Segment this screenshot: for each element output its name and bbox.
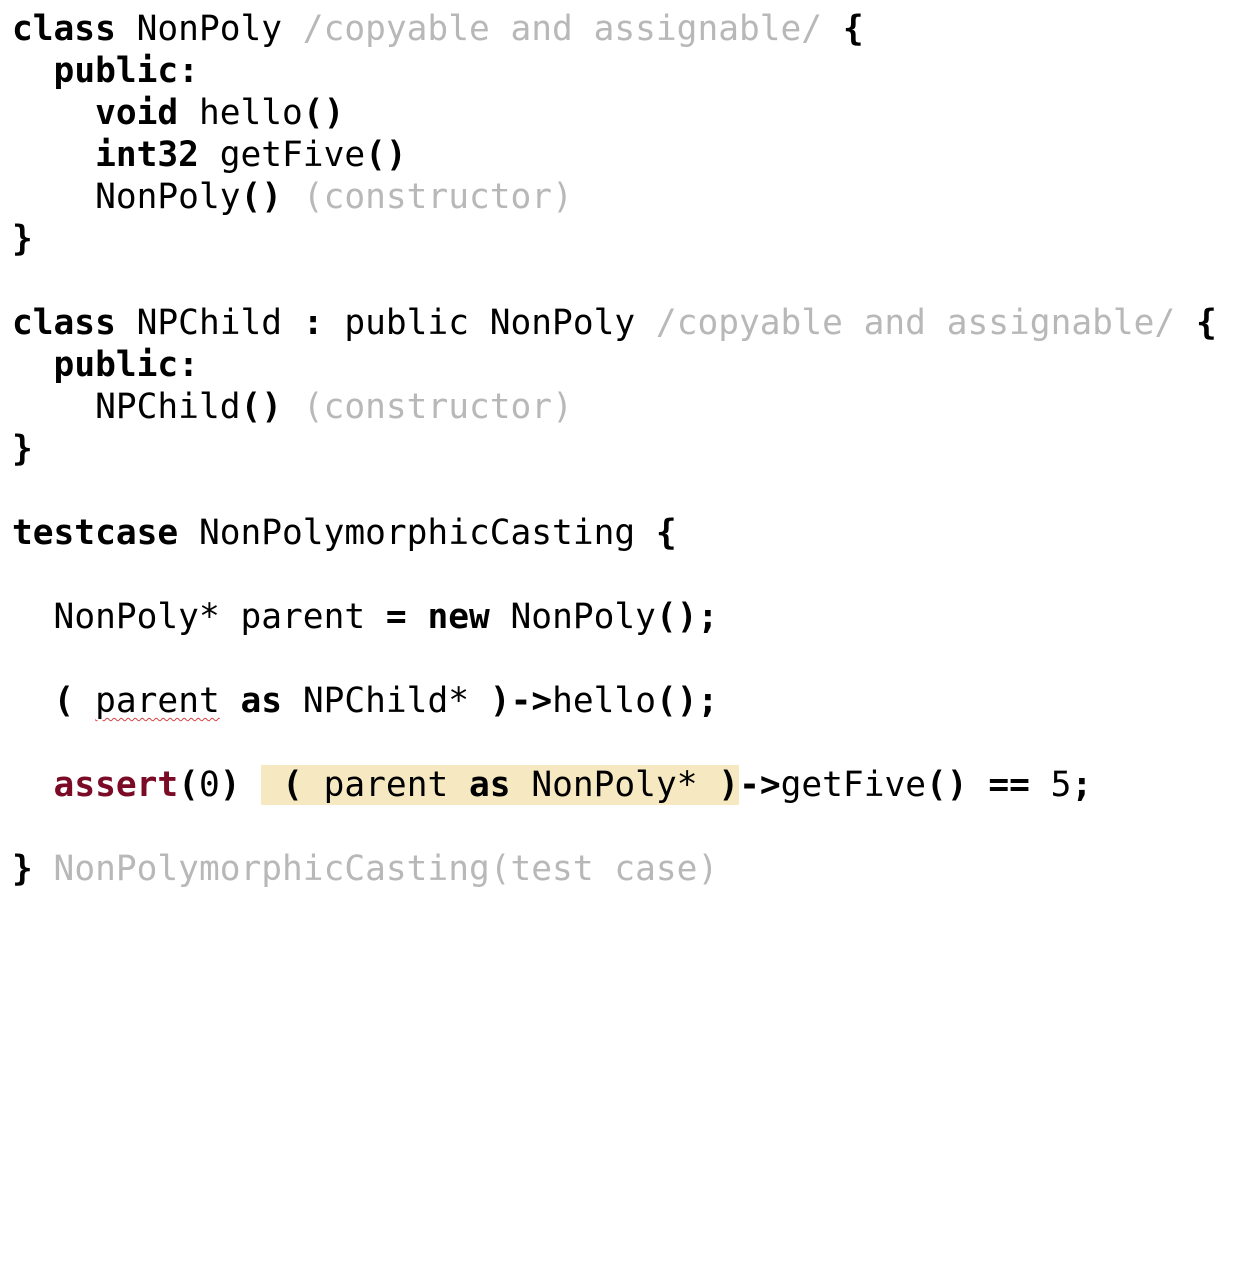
code-line-assert[interactable]: assert(0) ( parent as NonPoly* )->getFiv…: [12, 764, 1092, 806]
constructor-call: NonPoly: [489, 597, 656, 637]
method-call: getFive: [780, 765, 927, 805]
code-line-public[interactable]: public:: [12, 344, 199, 386]
class-name: NonPoly: [115, 9, 303, 49]
cast-close-paren: ): [718, 765, 740, 805]
keyword-public: public: [53, 345, 179, 385]
code-editor[interactable]: class NonPoly /copyable and assignable/ …: [12, 8, 1217, 1288]
keyword-class: class: [12, 9, 116, 49]
cast-type: NPChild*: [282, 681, 490, 721]
code-line-testcase[interactable]: testcase NonPolymorphicCasting {: [12, 512, 677, 554]
number-literal: 5: [1029, 765, 1072, 805]
constructor-annotation: (constructor): [282, 387, 573, 427]
open-brace: {: [1175, 303, 1217, 343]
cast-close-paren[interactable]: ): [490, 681, 511, 721]
keyword-as: as: [469, 765, 511, 805]
testcase-name: NonPolymorphicCasting: [178, 513, 656, 553]
code-line-cast-npchild[interactable]: ( parent as NPChild* )->hello();: [12, 680, 719, 722]
semicolon: ;: [697, 597, 719, 637]
code-line-public[interactable]: public:: [12, 50, 199, 92]
open-brace: {: [822, 9, 864, 49]
parens: (): [240, 177, 283, 217]
colon: :: [178, 345, 199, 385]
constructor-annotation: (constructor): [282, 177, 573, 217]
cast-type: NonPoly*: [510, 765, 719, 805]
cast-open-paren[interactable]: (: [54, 681, 75, 721]
parens: (): [926, 765, 968, 805]
testcase-annotation: NonPolymorphicCasting(test case): [32, 849, 719, 889]
colon: :: [302, 303, 324, 343]
parens: (): [655, 597, 698, 637]
class-name: NPChild: [115, 303, 303, 343]
keyword-as: as: [240, 681, 283, 721]
code-line-parent-declaration[interactable]: NonPoly* parent = new NonPoly();: [12, 596, 719, 638]
keyword-new: new: [427, 597, 490, 637]
code-line-class-npchild[interactable]: class NPChild : public NonPoly /copyable…: [12, 302, 1217, 344]
code-line-close-brace[interactable]: }: [12, 428, 33, 470]
variable-declaration: NonPoly* parent: [53, 597, 386, 637]
keyword-public: public: [53, 51, 179, 91]
semicolon: ;: [1071, 765, 1093, 805]
parent-variable: parent: [302, 765, 470, 805]
keyword-class: class: [12, 303, 116, 343]
code-line-class-nonpoly[interactable]: class NonPoly /copyable and assignable/ …: [12, 8, 864, 50]
parens: (): [365, 135, 407, 175]
equality-operator: ==: [988, 765, 1030, 805]
arrow-operator: ->: [510, 681, 553, 721]
highlighted-cast-expression[interactable]: ( parent as NonPoly* ): [261, 765, 740, 805]
class-annotation: /copyable and assignable/: [302, 9, 823, 49]
code-line-hello-method[interactable]: void hello(): [12, 92, 344, 134]
close-brace: }: [12, 219, 33, 259]
close-brace: }: [12, 429, 33, 469]
code-line-nonpoly-constructor[interactable]: NonPoly() (constructor): [12, 176, 573, 218]
base-class: public NonPoly: [323, 303, 656, 343]
cast-open-paren: (: [261, 765, 303, 805]
code-line-testcase-close[interactable]: } NonPolymorphicCasting(test case): [12, 848, 718, 890]
method-call: hello: [552, 681, 656, 721]
assert-open-paren: (: [178, 765, 199, 805]
code-line-close-brace[interactable]: }: [12, 218, 33, 260]
assert-id: 0: [198, 765, 220, 805]
keyword-void: void: [95, 93, 179, 133]
keyword-int32: int32: [95, 135, 199, 175]
open-brace: {: [655, 513, 677, 553]
code-line-npchild-constructor[interactable]: NPChild() (constructor): [12, 386, 573, 428]
arrow-operator: ->: [739, 765, 781, 805]
parens: (): [655, 681, 698, 721]
method-name: getFive: [198, 135, 366, 175]
parens: (): [240, 387, 283, 427]
assert-close-paren: ): [219, 765, 241, 805]
semicolon: ;: [697, 681, 719, 721]
assign-operator: =: [385, 597, 407, 637]
colon: :: [178, 51, 199, 91]
constructor-name: NonPoly: [95, 177, 241, 217]
keyword-assert[interactable]: assert: [54, 765, 179, 805]
class-annotation: /copyable and assignable/: [655, 303, 1176, 343]
close-brace: }: [12, 849, 33, 889]
code-line-getfive-method[interactable]: int32 getFive(): [12, 134, 407, 176]
constructor-name: NPChild: [95, 387, 241, 427]
parens: (): [302, 93, 345, 133]
parent-variable-error[interactable]: parent: [95, 681, 220, 721]
keyword-testcase: testcase: [12, 513, 179, 553]
method-name: hello: [178, 93, 303, 133]
